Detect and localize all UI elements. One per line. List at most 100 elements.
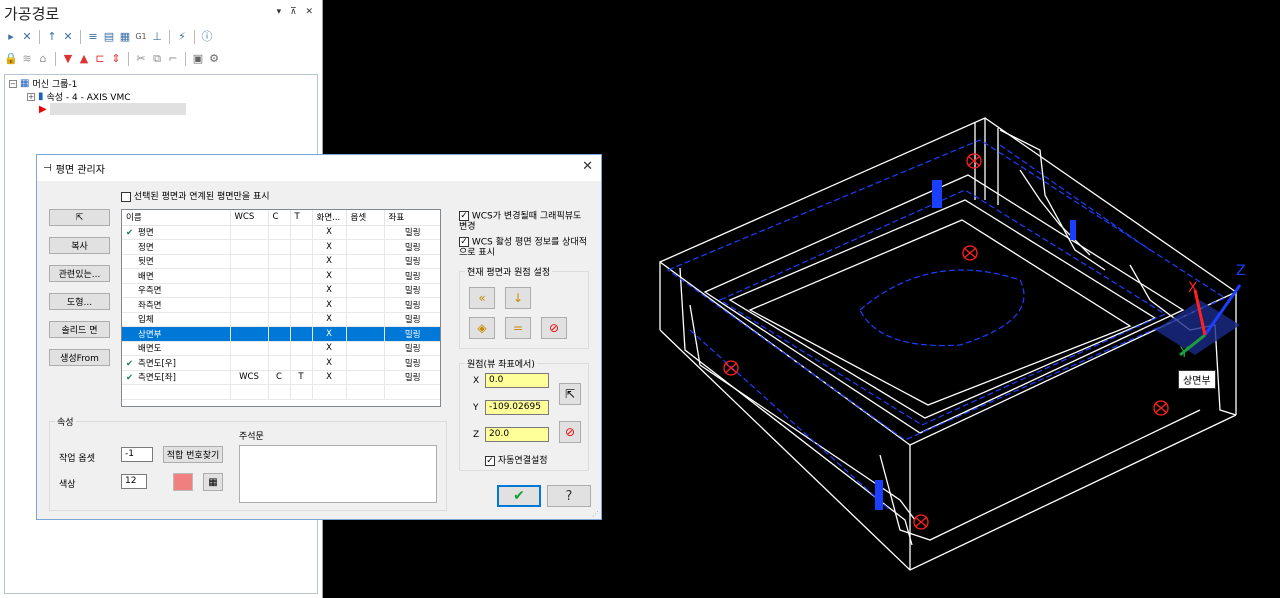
plane-cell-coord: 밀링 [384, 225, 440, 240]
close-icon[interactable]: ✕ [582, 159, 593, 174]
plane-cell-c [268, 312, 291, 327]
plane-row[interactable]: ✔ 평면 X 밀링 [122, 225, 440, 240]
plane-cell-wcs [230, 312, 269, 327]
plane-cell-screen: X [312, 370, 347, 385]
auto-link-checkbox[interactable]: ✓ [485, 455, 495, 466]
color-label: 색상 [59, 480, 76, 490]
plane-tooltip: 상면부 [1178, 370, 1216, 389]
plane-list[interactable]: 이름 WCS C T 화면... 옵셋 좌표 ✔ 평면 X 밀링 정면 X 밀링 뒷면 X 밀링 배… [121, 209, 441, 407]
empty-row [122, 384, 440, 400]
copy-button[interactable]: 복사 [49, 237, 110, 254]
wcs-active-checkbox[interactable]: ✓ [459, 237, 469, 247]
origin-x-label: X [473, 376, 480, 386]
col-screen[interactable]: 화면... [312, 210, 347, 226]
plane-cell-offset [346, 297, 385, 313]
empty-cell [122, 384, 231, 400]
col-c[interactable]: C [268, 210, 291, 226]
plane-cell-offset [346, 283, 385, 298]
help-button[interactable]: ? [547, 485, 591, 507]
plane-row[interactable]: 배면도 X 밀링 [122, 341, 440, 356]
check-icon: ✔ [513, 488, 525, 504]
plane-cell-name: ✔ 평면 [122, 225, 231, 240]
set-plane-icon[interactable]: « [469, 287, 495, 309]
color-palette-icon[interactable]: ▦ [203, 473, 223, 491]
create-from-button[interactable]: 생성From [49, 349, 110, 366]
plane-row[interactable]: 배면 X 밀링 [122, 268, 440, 284]
reset-origin-icon[interactable]: ⊘ [559, 421, 581, 443]
clear-icon[interactable]: ⊘ [541, 317, 567, 339]
wcs-change-option[interactable]: ✓ WCS가 변경될때 그래픽뷰도 변경 [459, 211, 589, 232]
plane-row[interactable]: 정면 X 밀링 [122, 239, 440, 255]
active-check-icon: ✔ [126, 228, 134, 239]
dialog-titlebar[interactable]: ⊣ 평면 관리자 ✕ [37, 155, 601, 181]
wcs-active-option[interactable]: ✓ WCS 활성 평면 정보를 상대적으로 표시 [459, 237, 589, 258]
plane-name: 배면도 [138, 344, 162, 355]
color-swatch[interactable] [173, 473, 193, 491]
plane-cell-c [268, 355, 291, 371]
plane-cell-screen: X [312, 283, 347, 298]
plane-name: 측면도[좌] [138, 373, 176, 384]
active-check-icon: ✔ [126, 358, 134, 369]
plane-name: 상면부 [138, 329, 162, 340]
plane-cell-offset [346, 268, 385, 284]
axis-x-label: X [1188, 280, 1198, 296]
plane-cell-offset [346, 326, 385, 342]
col-wcs[interactable]: WCS [230, 210, 269, 226]
col-offset[interactable]: 옵셋 [346, 210, 385, 226]
set-all-icon[interactable]: ◈ [469, 317, 495, 339]
plane-name: 뒷면 [138, 257, 154, 268]
resize-grip-icon[interactable]: ⋰ [592, 510, 599, 518]
empty-cell [346, 384, 385, 400]
plane-cell-coord: 밀링 [384, 239, 440, 255]
related-button[interactable]: 관련있는... [49, 265, 110, 282]
plane-manager-dialog: ⊣ 평면 관리자 ✕ 선택된 평면과 연계된 평면만을 표시 ⇱ 복사 관련있는… [36, 154, 602, 520]
col-name[interactable]: 이름 [122, 210, 231, 226]
plane-row[interactable]: 우측면 X 밀링 [122, 283, 440, 298]
set-origin-icon[interactable]: ↓ [505, 287, 531, 309]
plane-cell-name: 배면 [122, 268, 231, 284]
plane-cell-c [268, 239, 291, 255]
plane-cell-wcs [230, 225, 269, 240]
col-coord[interactable]: 좌표 [384, 210, 440, 226]
origin-z-field[interactable]: 20.0 [485, 427, 549, 442]
comment-textarea[interactable] [239, 445, 437, 503]
equal-icon[interactable]: = [505, 317, 531, 339]
origin-y-label: Y [473, 403, 479, 413]
work-offset-field[interactable]: -1 [121, 447, 153, 462]
color-field[interactable]: 12 [121, 474, 147, 489]
auto-link-option[interactable]: ✓ 자동연결설정 [485, 453, 548, 466]
pick-origin-icon[interactable]: ⇱ [559, 383, 581, 405]
plane-row[interactable]: ✔ 측면도[좌] WCS C T X 밀링 [122, 370, 440, 385]
filter-checkbox-row[interactable]: 선택된 평면과 연계된 평면만을 표시 [121, 189, 270, 202]
plane-cell-c [268, 341, 291, 356]
plane-row[interactable]: 상면부 X 밀링 [122, 326, 440, 342]
plane-icon: ⊣ [43, 162, 52, 174]
geometry-button[interactable]: 도형... [49, 293, 110, 310]
plane-cell-name: 입체 [122, 312, 231, 327]
solid-face-button[interactable]: 솔리드 면 [49, 321, 110, 338]
empty-cell [384, 384, 440, 400]
plane-cell-t [290, 239, 313, 255]
origin-y-field[interactable]: -109.02695 [485, 400, 549, 415]
plane-name: 우측면 [138, 286, 162, 297]
plane-cell-coord: 밀링 [384, 283, 440, 298]
plane-row[interactable]: 입체 X 밀링 [122, 312, 440, 327]
plane-cell-wcs [230, 268, 269, 284]
ok-button[interactable]: ✔ [497, 485, 541, 507]
plane-cell-c [268, 268, 291, 284]
plane-row[interactable]: ✔ 측면도[우] X 밀링 [122, 355, 440, 371]
col-t[interactable]: T [290, 210, 313, 226]
find-number-button[interactable]: 적합 번호찾기 [163, 446, 223, 463]
filter-checkbox[interactable] [121, 191, 131, 202]
plane-cell-t [290, 225, 313, 240]
plane-cell-offset [346, 355, 385, 371]
plane-row[interactable]: 뒷면 X 밀링 [122, 254, 440, 269]
plane-cell-wcs [230, 254, 269, 269]
plane-cell-coord: 밀링 [384, 312, 440, 327]
plane-row[interactable]: 좌측면 X 밀링 [122, 297, 440, 313]
origin-x-field[interactable]: 0.0 [485, 373, 549, 388]
wcs-change-checkbox[interactable]: ✓ [459, 211, 469, 221]
plane-cell-name: 좌측면 [122, 297, 231, 313]
select-plane-button[interactable]: ⇱ [49, 209, 110, 226]
plane-cell-c [268, 283, 291, 298]
